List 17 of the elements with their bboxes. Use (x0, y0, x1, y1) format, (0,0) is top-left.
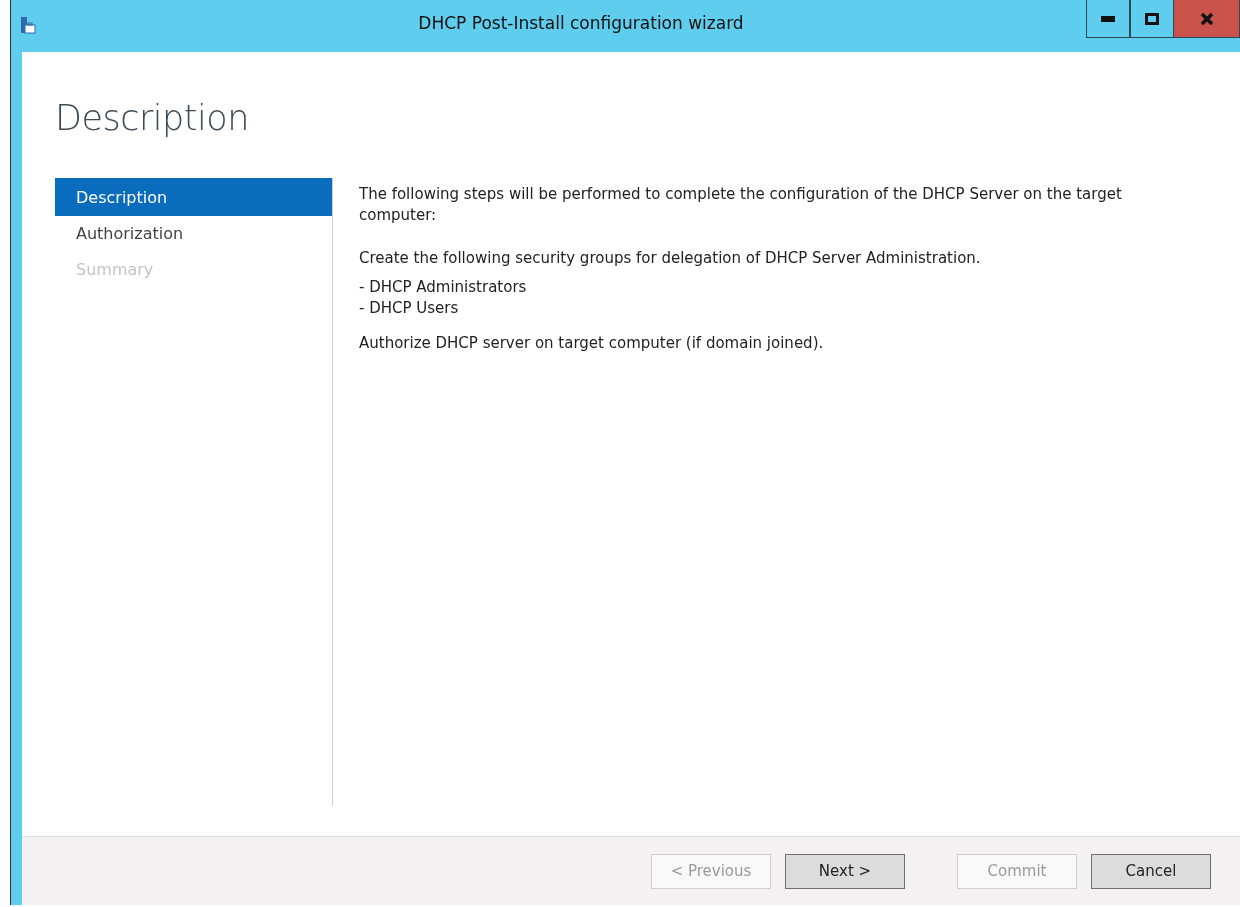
wizard-button[interactable]: Cancel (1091, 853, 1211, 889)
description-text: Authorize DHCP server on target computer (if domain joined). (359, 333, 825, 354)
minimize-icon (1101, 15, 1115, 22)
wizard-button[interactable]: Next > (785, 853, 905, 889)
window-title: DHCP Post-Install configuration wizard (417, 13, 745, 33)
server-icon (20, 16, 36, 34)
wizard-step[interactable]: Authorization (55, 214, 332, 252)
group-item: - DHCP Administrators (359, 277, 528, 298)
description-text: The following steps will be performed to complete the configuration of the DHCP Server on the target computer: (359, 184, 1123, 226)
minimize-button[interactable] (1086, 0, 1130, 38)
wizard-step[interactable]: Description (55, 178, 332, 216)
close-icon (1199, 11, 1214, 26)
close-button[interactable] (1174, 0, 1240, 38)
page-heading: Description (55, 98, 250, 138)
maximize-icon (1145, 12, 1159, 25)
description-text: Create the following security groups for delegation of DHCP Server Administration. (359, 248, 982, 269)
group-item: - DHCP Users (359, 298, 460, 319)
